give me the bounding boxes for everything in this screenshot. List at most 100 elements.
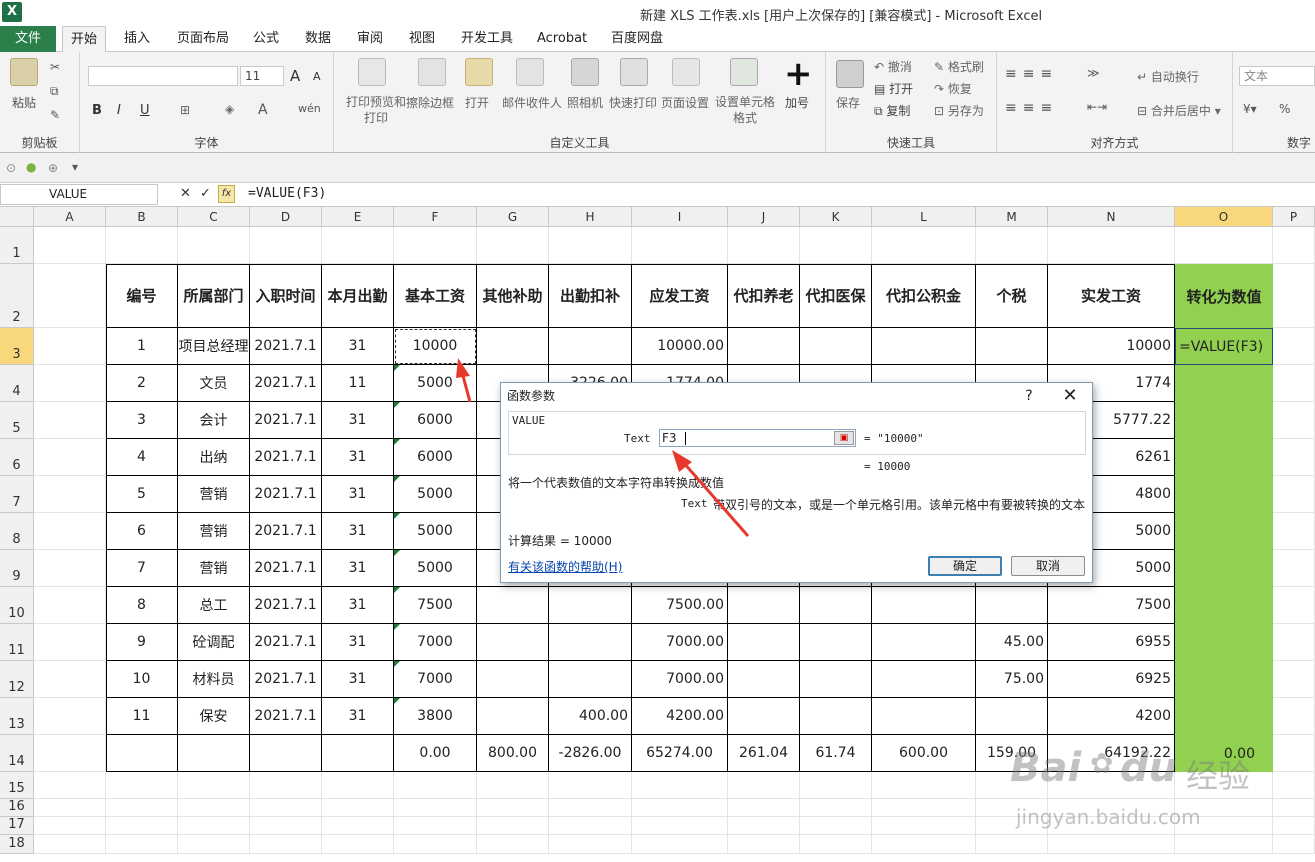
column-header-h[interactable]: H: [549, 207, 632, 227]
empty-cell[interactable]: [250, 835, 322, 854]
cancel-button[interactable]: 取消: [1011, 556, 1085, 576]
table-header-cell[interactable]: 所属部门: [178, 264, 250, 328]
grow-font-button[interactable]: A: [290, 67, 300, 85]
empty-cell[interactable]: [477, 227, 549, 264]
empty-cell[interactable]: [1273, 365, 1315, 402]
table-cell[interactable]: 3800: [394, 698, 477, 735]
table-cell[interactable]: 31: [322, 550, 394, 587]
tab-developer[interactable]: 开发工具: [461, 26, 513, 52]
empty-cell[interactable]: [1273, 476, 1315, 513]
empty-cell[interactable]: [178, 227, 250, 264]
table-cell[interactable]: 6955: [1048, 624, 1175, 661]
row-header[interactable]: 8: [0, 513, 34, 550]
table-cell[interactable]: [178, 735, 250, 772]
table-cell[interactable]: 7000: [394, 661, 477, 698]
column-header-o[interactable]: O: [1175, 207, 1273, 227]
cell-format-button[interactable]: 设置单元格格式: [714, 94, 776, 126]
undo-button[interactable]: ↶ 撤消: [874, 58, 912, 75]
table-cell[interactable]: 10000: [1048, 328, 1175, 365]
bold-button[interactable]: B: [92, 103, 102, 118]
table-cell[interactable]: 7500: [394, 587, 477, 624]
empty-cell[interactable]: [477, 772, 549, 799]
empty-cell[interactable]: [106, 835, 178, 854]
table-cell[interactable]: 4200.00: [632, 698, 728, 735]
row-header[interactable]: 3: [0, 328, 34, 365]
table-cell[interactable]: 2021.7.1: [250, 439, 322, 476]
empty-cell[interactable]: [1273, 439, 1315, 476]
empty-cell[interactable]: [250, 817, 322, 835]
empty-cell[interactable]: [178, 799, 250, 817]
empty-cell[interactable]: [34, 365, 106, 402]
formula-result-cell[interactable]: [1175, 550, 1273, 587]
table-cell[interactable]: 7000.00: [632, 624, 728, 661]
empty-cell[interactable]: [178, 835, 250, 854]
italic-button[interactable]: I: [117, 103, 121, 118]
empty-cell[interactable]: [872, 227, 976, 264]
row-header[interactable]: 18: [0, 835, 34, 854]
tab-home[interactable]: 开始: [62, 26, 107, 53]
collapse-dialog-icon[interactable]: ▣: [834, 431, 854, 445]
merge-center-button[interactable]: ⊟ 合并后居中 ▾: [1137, 102, 1221, 119]
formula-result-cell[interactable]: [1175, 476, 1273, 513]
print-preview-icon[interactable]: [358, 58, 386, 86]
column-header-n[interactable]: N: [1048, 207, 1175, 227]
table-cell[interactable]: 5: [106, 476, 178, 513]
table-cell[interactable]: 1: [106, 328, 178, 365]
table-cell[interactable]: 31: [322, 476, 394, 513]
indent-icon[interactable]: ⇤⇥: [1087, 100, 1107, 114]
empty-cell[interactable]: [34, 402, 106, 439]
empty-cell[interactable]: [632, 772, 728, 799]
redo-button[interactable]: ↷ 恢复: [934, 80, 972, 97]
table-header-cell[interactable]: 编号: [106, 264, 178, 328]
quick-print-button[interactable]: 快速打印: [609, 94, 657, 111]
empty-cell[interactable]: [1273, 264, 1315, 328]
column-header-a[interactable]: A: [34, 207, 106, 227]
table-cell[interactable]: [728, 661, 800, 698]
table-cell[interactable]: [549, 624, 632, 661]
empty-cell[interactable]: [800, 799, 872, 817]
tab-view[interactable]: 视图: [409, 26, 435, 52]
table-header-cell[interactable]: 入职时间: [250, 264, 322, 328]
empty-cell[interactable]: [728, 227, 800, 264]
row-header[interactable]: 11: [0, 624, 34, 661]
table-cell[interactable]: [728, 328, 800, 365]
empty-cell[interactable]: [632, 799, 728, 817]
empty-cell[interactable]: [106, 799, 178, 817]
column-header-f[interactable]: F: [394, 207, 477, 227]
table-cell[interactable]: 31: [322, 661, 394, 698]
table-cell[interactable]: 65274.00: [632, 735, 728, 772]
row-header[interactable]: 4: [0, 365, 34, 402]
qat-green-icon[interactable]: ●: [26, 160, 36, 174]
save-button[interactable]: 保存: [836, 94, 860, 111]
empty-cell[interactable]: [322, 835, 394, 854]
row-header[interactable]: 1: [0, 227, 34, 264]
underline-button[interactable]: U: [140, 103, 150, 118]
empty-cell[interactable]: [1048, 227, 1175, 264]
empty-cell[interactable]: [178, 817, 250, 835]
copy-icon[interactable]: ⧉: [50, 84, 59, 99]
column-header-b[interactable]: B: [106, 207, 178, 227]
empty-cell[interactable]: [322, 817, 394, 835]
table-cell[interactable]: 营销: [178, 476, 250, 513]
mail-recipient-icon[interactable]: [516, 58, 544, 86]
font-name-combo[interactable]: [88, 66, 238, 86]
font-size-combo[interactable]: 11: [240, 66, 284, 86]
formula-result-cell[interactable]: [1175, 624, 1273, 661]
empty-cell[interactable]: [106, 817, 178, 835]
table-cell[interactable]: 总工: [178, 587, 250, 624]
row-header[interactable]: 5: [0, 402, 34, 439]
empty-cell[interactable]: [322, 227, 394, 264]
table-header-cell[interactable]: 代扣公积金: [872, 264, 976, 328]
table-cell[interactable]: [800, 587, 872, 624]
empty-cell[interactable]: [34, 772, 106, 799]
table-header-cell[interactable]: 出勤扣补: [549, 264, 632, 328]
column-header-p[interactable]: P: [1273, 207, 1315, 227]
table-cell[interactable]: 会计: [178, 402, 250, 439]
empty-cell[interactable]: [394, 835, 477, 854]
tab-insert[interactable]: 插入: [124, 26, 150, 52]
qat-preview-icon[interactable]: ⊕: [48, 161, 58, 175]
empty-cell[interactable]: [322, 799, 394, 817]
empty-cell[interactable]: [800, 227, 872, 264]
table-cell[interactable]: [976, 698, 1048, 735]
table-cell[interactable]: [800, 624, 872, 661]
